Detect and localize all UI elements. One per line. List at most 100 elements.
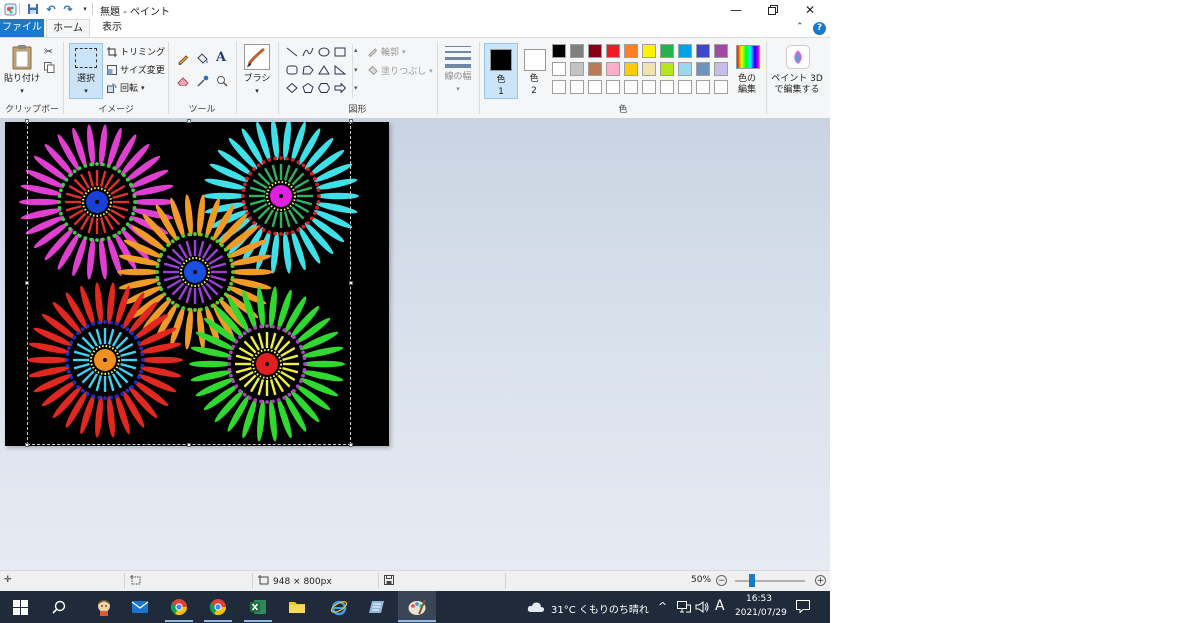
- palette-color-swatch[interactable]: [588, 62, 602, 76]
- outline-dropdown-icon[interactable]: ▾: [402, 48, 406, 56]
- taskbar-chrome-icon-2[interactable]: [208, 597, 228, 617]
- zoom-in-button[interactable]: +: [815, 575, 826, 586]
- palette-color-swatch[interactable]: [642, 80, 656, 94]
- palette-color-swatch[interactable]: [696, 44, 710, 58]
- selection-handle[interactable]: [187, 443, 191, 447]
- palette-color-swatch[interactable]: [660, 44, 674, 58]
- palette-color-swatch[interactable]: [678, 62, 692, 76]
- color1-button[interactable]: 色 1: [484, 43, 518, 99]
- palette-color-swatch[interactable]: [552, 80, 566, 94]
- weather-cloud-icon[interactable]: [527, 600, 545, 616]
- palette-color-swatch[interactable]: [642, 44, 656, 58]
- selection-handle[interactable]: [25, 119, 29, 123]
- scroll-down-icon[interactable]: ▾: [354, 66, 358, 74]
- taskbar-app-character-icon[interactable]: [94, 597, 114, 617]
- magnifier-icon[interactable]: [216, 75, 228, 87]
- redo-icon[interactable]: ↷: [61, 2, 75, 16]
- tray-overflow-chevron-icon[interactable]: ^: [658, 600, 667, 613]
- shape-oval-icon[interactable]: [317, 46, 331, 58]
- clock-date[interactable]: 2021/07/29: [735, 608, 787, 618]
- fill-button[interactable]: 塗りつぶし ▾: [367, 64, 433, 77]
- help-icon[interactable]: ?: [813, 22, 826, 35]
- collapse-ribbon-icon[interactable]: ⌃: [796, 22, 804, 32]
- palette-color-swatch[interactable]: [606, 62, 620, 76]
- expand-gallery-icon[interactable]: ▾: [354, 84, 358, 92]
- tab-home[interactable]: ホーム: [46, 19, 90, 38]
- selection-rectangle[interactable]: [27, 121, 351, 445]
- zoom-slider-track[interactable]: [735, 580, 805, 582]
- network-icon[interactable]: [677, 601, 691, 616]
- shape-rectangle-icon[interactable]: [333, 46, 347, 58]
- brushes-dropdown-icon[interactable]: ▾: [240, 86, 274, 97]
- selection-handle[interactable]: [349, 281, 353, 285]
- shape-hexagon-icon[interactable]: [317, 82, 331, 94]
- palette-color-swatch[interactable]: [696, 80, 710, 94]
- palette-color-swatch[interactable]: [606, 44, 620, 58]
- resize-button[interactable]: サイズ変更: [107, 63, 165, 76]
- shapes-scroll[interactable]: ▴ ▾ ▾: [352, 44, 362, 98]
- selection-handle[interactable]: [349, 119, 353, 123]
- size-dropdown-icon[interactable]: ▾: [440, 84, 476, 95]
- paste-dropdown-icon[interactable]: ▾: [4, 86, 40, 97]
- shape-polygon-icon[interactable]: [301, 64, 315, 76]
- palette-color-swatch[interactable]: [714, 62, 728, 76]
- color-picker-icon[interactable]: [197, 75, 209, 87]
- palette-color-swatch[interactable]: [660, 80, 674, 94]
- select-dropdown-icon[interactable]: ▾: [70, 86, 102, 97]
- palette-color-swatch[interactable]: [660, 62, 674, 76]
- shape-curve-icon[interactable]: [301, 46, 315, 58]
- shape-arrow-icon[interactable]: [333, 82, 347, 94]
- palette-color-swatch[interactable]: [642, 62, 656, 76]
- edit-with-paint3d-button[interactable]: ペイント 3D で編集する: [768, 43, 826, 99]
- minimize-icon[interactable]: —: [717, 0, 755, 19]
- taskbar-mail-icon[interactable]: [130, 597, 150, 617]
- save-icon[interactable]: [26, 2, 40, 16]
- tab-file[interactable]: ファイル: [0, 19, 44, 37]
- crop-button[interactable]: トリミング: [107, 45, 165, 58]
- taskbar-file-explorer-icon[interactable]: [287, 597, 307, 617]
- shape-rounded-rectangle-icon[interactable]: [285, 64, 299, 76]
- select-button[interactable]: 選択 ▾: [69, 43, 103, 99]
- selection-handle[interactable]: [25, 281, 29, 285]
- paste-button[interactable]: 貼り付け ▾: [4, 42, 40, 98]
- tab-view[interactable]: 表示: [92, 19, 132, 37]
- taskbar-paint-active[interactable]: [398, 591, 436, 623]
- pencil-icon[interactable]: [177, 53, 189, 65]
- fill-bucket-icon[interactable]: [196, 52, 209, 65]
- brushes-button[interactable]: ブラシ ▾: [240, 42, 274, 98]
- close-icon[interactable]: ✕: [791, 0, 829, 19]
- cut-icon[interactable]: ✂: [44, 45, 53, 58]
- clock-time[interactable]: 16:53: [746, 594, 772, 604]
- canvas-workspace[interactable]: [0, 118, 830, 570]
- selection-handle[interactable]: [187, 119, 191, 123]
- shape-right-triangle-icon[interactable]: [333, 64, 347, 76]
- shape-pentagon-icon[interactable]: [301, 82, 315, 94]
- weather-text[interactable]: 31°C くもりのち晴れ: [551, 601, 649, 616]
- shape-triangle-icon[interactable]: [317, 64, 331, 76]
- palette-color-swatch[interactable]: [570, 62, 584, 76]
- shape-line-icon[interactable]: [285, 46, 299, 58]
- restore-icon[interactable]: [754, 0, 792, 19]
- rotate-button[interactable]: 回転 ▾: [107, 81, 145, 94]
- outline-button[interactable]: 輪郭 ▾: [367, 45, 406, 58]
- taskbar-chrome-icon[interactable]: [169, 597, 189, 617]
- scroll-up-icon[interactable]: ▴: [354, 46, 358, 54]
- windows-start-icon[interactable]: [10, 597, 30, 617]
- palette-color-swatch[interactable]: [624, 80, 638, 94]
- taskbar-ie-icon[interactable]: [329, 597, 349, 617]
- size-button[interactable]: 線の幅 ▾: [440, 42, 476, 98]
- rotate-dropdown-icon[interactable]: ▾: [141, 84, 145, 92]
- text-tool-icon[interactable]: A: [216, 50, 226, 65]
- customize-quick-access-icon[interactable]: ▾: [78, 2, 92, 16]
- palette-color-swatch[interactable]: [606, 80, 620, 94]
- fill-dropdown-icon[interactable]: ▾: [429, 67, 433, 75]
- notification-center-icon[interactable]: [796, 600, 810, 616]
- edit-colors-button[interactable]: 色の 編集: [733, 43, 761, 99]
- eraser-icon[interactable]: [177, 76, 189, 86]
- taskbar-excel-icon[interactable]: [248, 597, 268, 617]
- palette-color-swatch[interactable]: [714, 44, 728, 58]
- undo-icon[interactable]: ↶: [44, 2, 58, 16]
- palette-color-swatch[interactable]: [678, 80, 692, 94]
- palette-color-swatch[interactable]: [570, 44, 584, 58]
- ime-indicator[interactable]: A: [715, 598, 725, 614]
